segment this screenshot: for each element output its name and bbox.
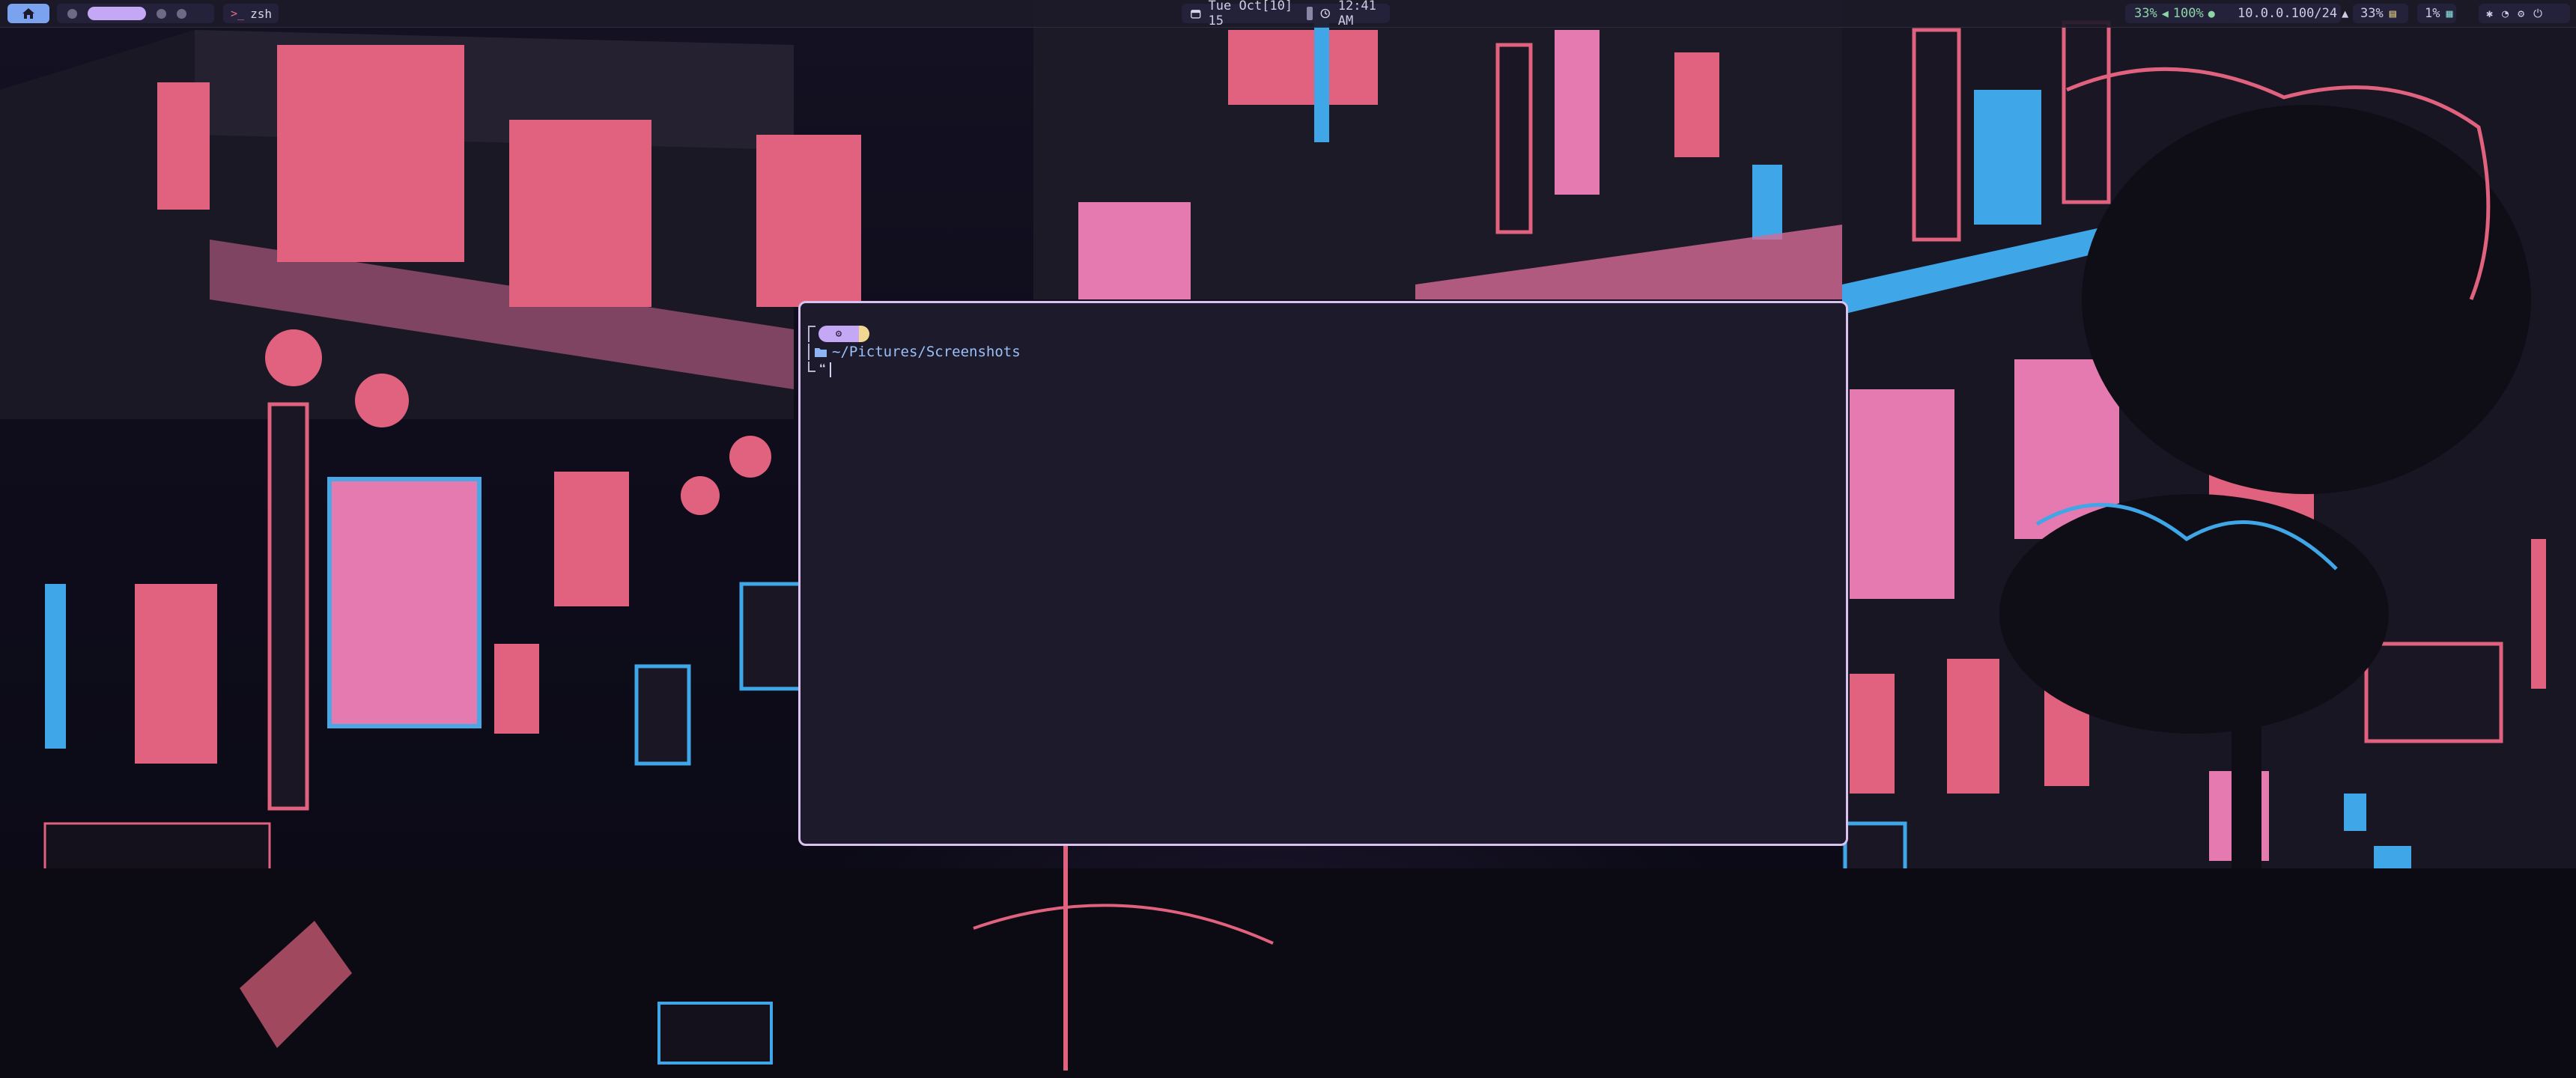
workspace-4-button[interactable] xyxy=(177,8,186,19)
volume-value: 33% xyxy=(2134,6,2157,21)
clock-icon xyxy=(1320,8,1331,19)
terminal-icon: >_ xyxy=(231,7,245,20)
prompt-symbol: ❝ xyxy=(818,362,827,377)
bluetooth-icon[interactable]: ✱ xyxy=(2486,7,2493,20)
memory-widget[interactable]: 33% ▤ xyxy=(2353,4,2408,23)
folder-icon xyxy=(815,347,827,357)
speaker-icon: ◀ xyxy=(2161,7,2169,20)
prompt-header: ⚙ xyxy=(808,326,869,342)
memory-icon: ▤ xyxy=(2389,7,2396,20)
prompt-path-row: ~/Pictures/Screenshots xyxy=(808,344,1021,360)
active-window-title[interactable]: >_ zsh xyxy=(223,4,279,23)
workspace-3-button[interactable] xyxy=(157,8,166,19)
time-label: 12:41 AM xyxy=(1337,0,1376,28)
desktop: >_ zsh Tue Oct[10] 15 12:41 AM 33% ◀ 100… xyxy=(0,0,2576,1078)
top-bar: >_ zsh Tue Oct[10] 15 12:41 AM 33% ◀ 100… xyxy=(0,0,2576,28)
workspace-1-button[interactable] xyxy=(67,8,77,19)
memory-value: 33% xyxy=(2360,6,2384,21)
settings-icon[interactable]: ⚙ xyxy=(2518,7,2524,20)
audio-widget[interactable]: 33% ◀ 100% ● xyxy=(2125,4,2235,23)
cpu-value: 1% xyxy=(2425,6,2440,21)
clock-widget[interactable]: Tue Oct[10] 15 12:41 AM xyxy=(1182,0,1390,28)
workspace-switcher xyxy=(57,4,214,23)
wifi-icon: ▲ xyxy=(2342,7,2349,20)
workspace-2-button-active[interactable] xyxy=(88,7,146,20)
prompt-corner-bottom xyxy=(808,361,815,372)
prompt-segment-end xyxy=(859,326,869,342)
cpu-icon: ▦ xyxy=(2446,7,2453,20)
cpu-widget[interactable]: 1% ▦ xyxy=(2417,4,2456,23)
window-title-label: zsh xyxy=(250,6,272,21)
system-tray: ✱ ◔ ⚙ ⏻ xyxy=(2479,4,2570,23)
text-cursor xyxy=(829,362,831,377)
prompt-connector xyxy=(808,344,809,360)
notification-icon[interactable]: ◔ xyxy=(2502,7,2509,20)
microphone-icon: ● xyxy=(2208,7,2215,20)
terminal-window[interactable]: ⚙ ~/Pictures/Screenshots ❝ xyxy=(798,301,1848,846)
calendar-icon xyxy=(1191,10,1201,19)
prompt-input-row[interactable]: ❝ xyxy=(808,361,831,377)
network-widget[interactable]: 10.0.0.100/24 ▲ xyxy=(2230,4,2348,23)
mic-value: 100% xyxy=(2172,6,2204,21)
prompt-corner xyxy=(808,326,815,342)
current-directory: ~/Pictures/Screenshots xyxy=(832,344,1021,360)
home-icon xyxy=(22,8,34,19)
power-icon[interactable]: ⏻ xyxy=(2533,7,2542,20)
home-button[interactable] xyxy=(7,4,49,23)
gear-icon: ⚙ xyxy=(818,326,859,342)
date-label: Tue Oct[10] 15 xyxy=(1208,0,1293,28)
network-address: 10.0.0.100/24 xyxy=(2238,6,2338,21)
separator xyxy=(1306,7,1313,20)
